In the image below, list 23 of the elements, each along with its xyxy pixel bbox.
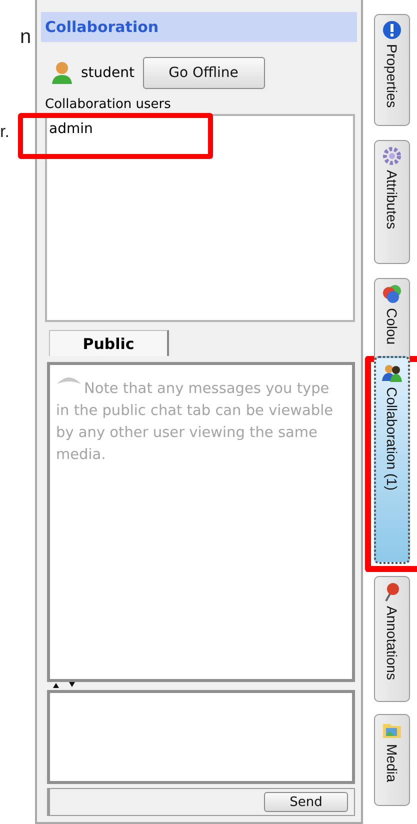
eye-icon [56,375,82,387]
text-fragment: r. [0,122,10,142]
message-input[interactable] [47,690,355,784]
side-tab[interactable]: Attributes [374,140,410,264]
username: student [81,65,135,81]
splitter-arrows-icon[interactable] [51,682,77,688]
text-fragment: n [20,26,32,49]
side-tab[interactable]: Collaboration (1) [374,356,410,564]
side-tab[interactable]: Annotations [374,576,410,702]
side-tab[interactable]: Media [374,714,410,806]
info-icon [382,20,402,40]
side-tab[interactable]: Properties [374,14,410,126]
chat-tab[interactable]: Public [49,330,169,356]
user-item[interactable]: admin [49,121,351,137]
panel-title: Collaboration [45,18,159,36]
users-label: Collaboration users [45,98,172,112]
gear-icon [382,146,402,166]
user-icon [51,61,73,85]
send-button[interactable]: Send [264,792,348,812]
go-offline-button[interactable]: Go Offline [142,57,265,89]
privacy-note: Note that any messages you type in the public chat tab can be viewable by any other user viewing the same media. [56,375,346,466]
color-circles-icon [382,284,402,304]
people-icon [382,363,402,383]
